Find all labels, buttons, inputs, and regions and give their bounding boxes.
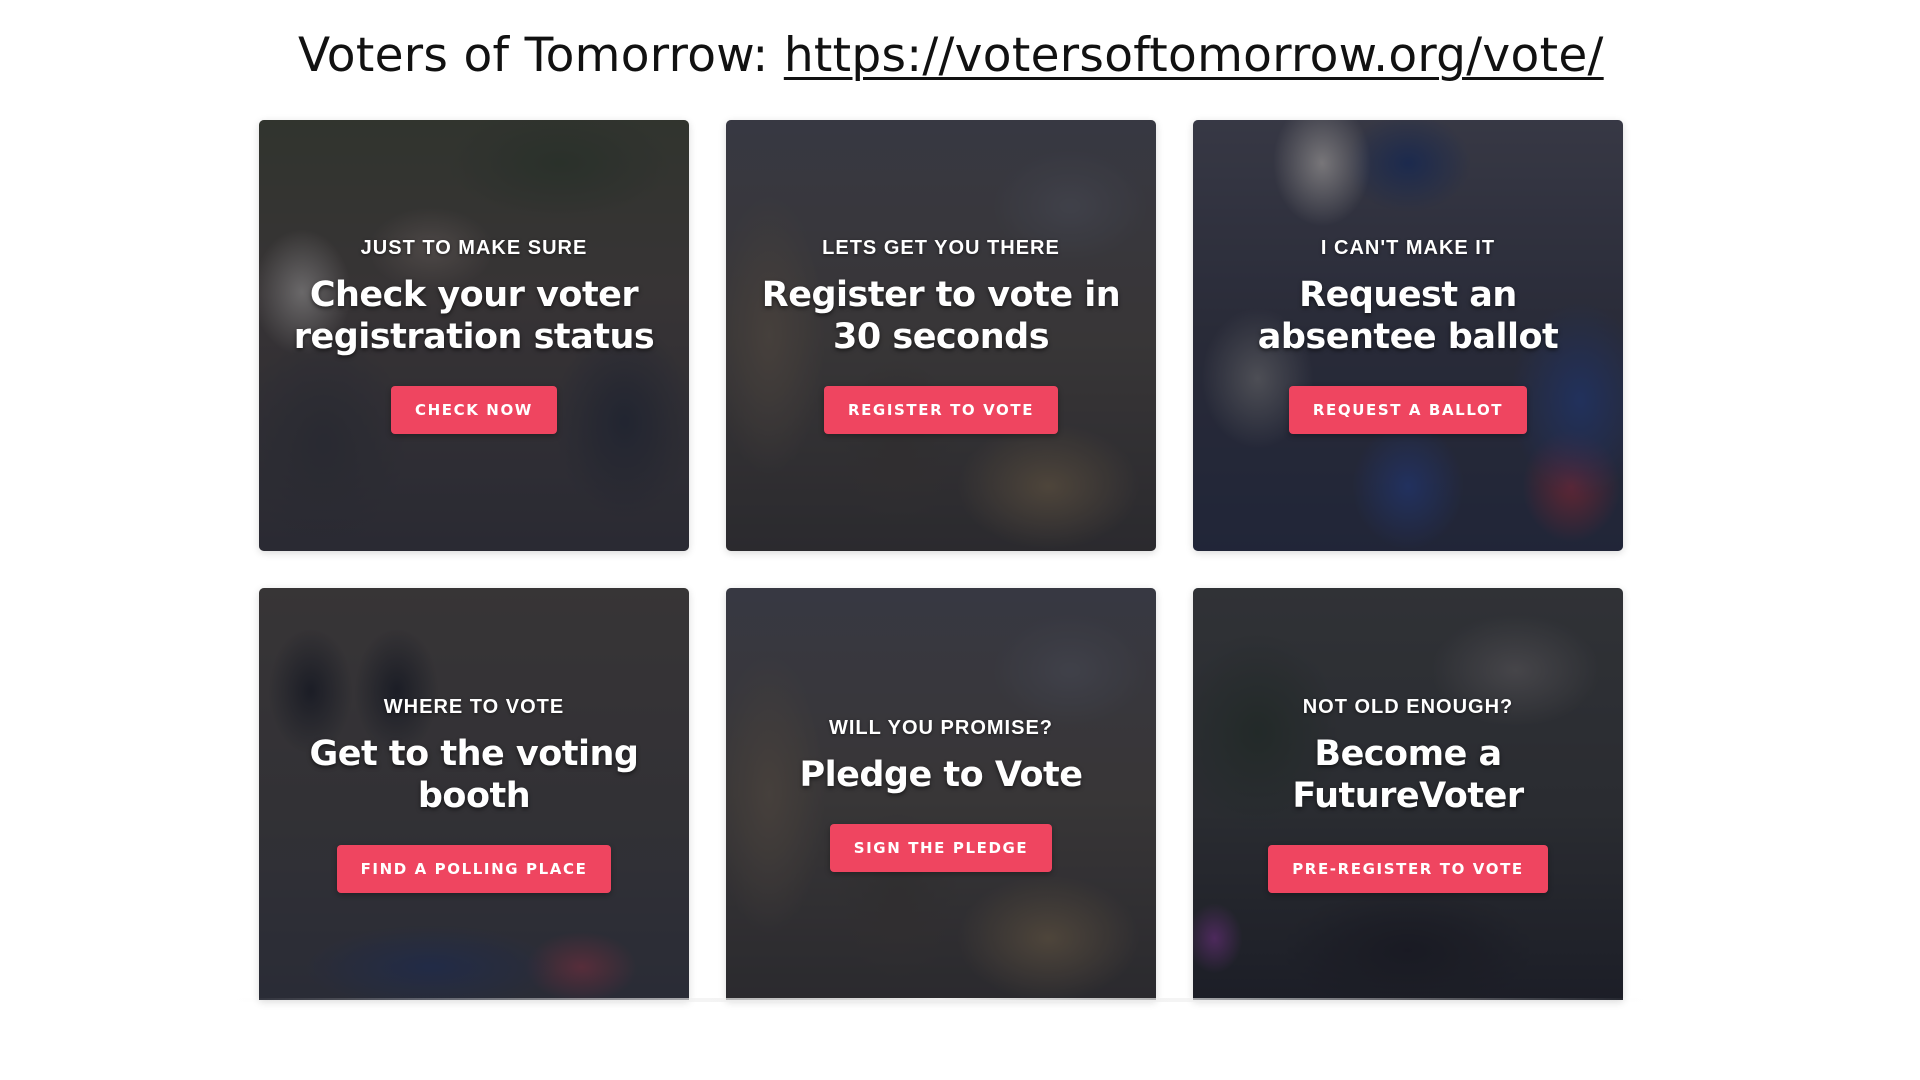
card-eyebrow: WILL YOU PROMISE? bbox=[828, 716, 1054, 739]
card-future-voter: NOT OLD ENOUGH? Become a FutureVoter PRE… bbox=[1193, 588, 1623, 1000]
header-prefix: Voters of Tomorrow: bbox=[298, 28, 784, 83]
pre-register-button[interactable]: PRE-REGISTER TO VOTE bbox=[1268, 844, 1548, 893]
card-title: Register to vote in 30 seconds bbox=[761, 275, 1121, 357]
request-ballot-button[interactable]: REQUEST A BALLOT bbox=[1288, 386, 1528, 434]
card-title: Request an absentee ballot bbox=[1257, 275, 1559, 357]
card-title: Pledge to Vote bbox=[799, 754, 1083, 795]
page-header: Voters of Tomorrow: https://votersoftomo… bbox=[298, 28, 1604, 83]
card-polling-place: WHERE TO VOTE Get to the voting booth FI… bbox=[259, 588, 689, 1000]
check-now-button[interactable]: CHECK NOW bbox=[391, 386, 557, 434]
card-content: WILL YOU PROMISE? Pledge to Vote SIGN TH… bbox=[799, 716, 1083, 872]
header-link[interactable]: https://votersoftomorrow.org/vote/ bbox=[784, 28, 1604, 83]
card-content: JUST TO MAKE SURE Check your voter regis… bbox=[284, 237, 664, 434]
card-check-registration: JUST TO MAKE SURE Check your voter regis… bbox=[259, 120, 689, 551]
card-eyebrow: I CAN'T MAKE IT bbox=[1320, 237, 1496, 259]
card-eyebrow: WHERE TO VOTE bbox=[383, 695, 565, 718]
card-request-ballot: I CAN'T MAKE IT Request an absentee ball… bbox=[1193, 120, 1623, 551]
card-title: Get to the voting booth bbox=[309, 733, 639, 816]
page: Voters of Tomorrow: https://votersoftomo… bbox=[0, 0, 1920, 1080]
card-eyebrow: NOT OLD ENOUGH? bbox=[1302, 695, 1514, 718]
card-content: WHERE TO VOTE Get to the voting booth FI… bbox=[284, 696, 664, 893]
card-title: Check your voter registration status bbox=[293, 275, 655, 357]
divider bbox=[225, 998, 1655, 1002]
card-content: I CAN'T MAKE IT Request an absentee ball… bbox=[1218, 237, 1598, 434]
sign-pledge-button[interactable]: SIGN THE PLEDGE bbox=[829, 823, 1053, 872]
card-register-to-vote: LETS GET YOU THERE Register to vote in 3… bbox=[726, 120, 1156, 551]
card-eyebrow: LETS GET YOU THERE bbox=[822, 237, 1060, 259]
card-content: NOT OLD ENOUGH? Become a FutureVoter PRE… bbox=[1218, 696, 1598, 893]
card-eyebrow: JUST TO MAKE SURE bbox=[360, 237, 588, 259]
find-polling-place-button[interactable]: FIND A POLLING PLACE bbox=[336, 844, 612, 893]
card-content: LETS GET YOU THERE Register to vote in 3… bbox=[751, 237, 1131, 434]
register-to-vote-button[interactable]: REGISTER TO VOTE bbox=[823, 386, 1059, 434]
card-pledge: WILL YOU PROMISE? Pledge to Vote SIGN TH… bbox=[726, 588, 1156, 1000]
card-title: Become a FutureVoter bbox=[1292, 733, 1524, 816]
